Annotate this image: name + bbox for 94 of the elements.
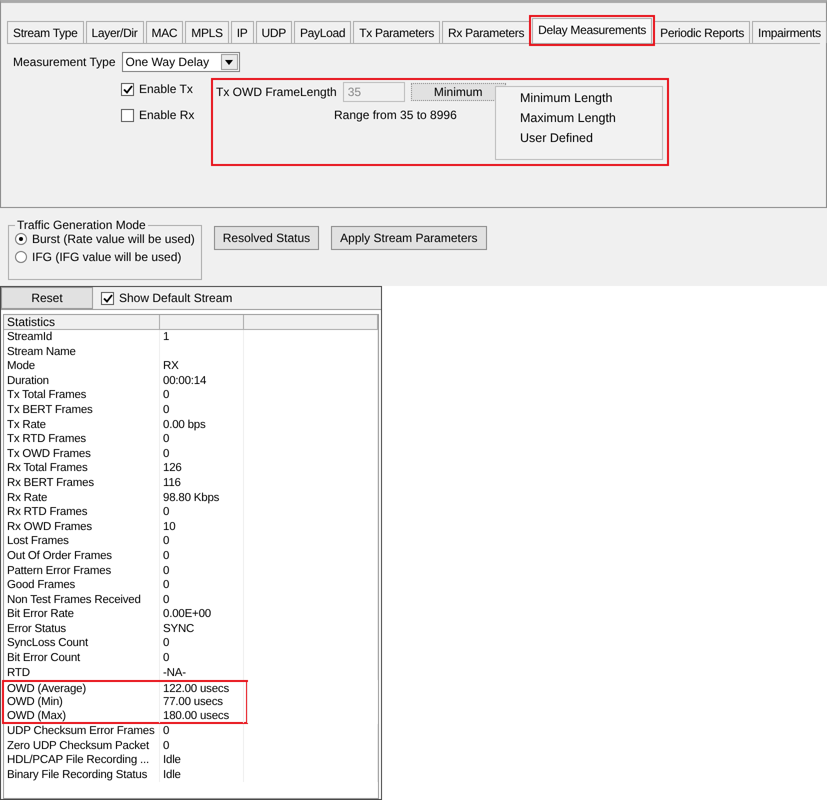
- table-cell: OWD (Max): [4, 709, 160, 724]
- table-cell: Idle: [160, 753, 244, 768]
- table-cell: 0: [160, 534, 244, 549]
- table-cell: Duration: [4, 374, 160, 388]
- table-cell: 0: [160, 446, 244, 462]
- caret-icon: [225, 60, 233, 64]
- checkbox[interactable]: [101, 292, 114, 304]
- range-text: Range from 35 to 8996: [334, 108, 457, 122]
- tab[interactable]: UDP: [256, 21, 292, 43]
- radio-option[interactable]: IFG (IFG value will be used): [15, 250, 195, 264]
- table-cell: Tx OWD Frames: [4, 446, 160, 462]
- table-cell: 0: [160, 724, 244, 739]
- measurement-type-dropdown[interactable]: One Way Delay: [122, 52, 240, 72]
- table-cell: OWD (Average): [4, 682, 160, 696]
- table-cell: Rx Total Frames: [4, 461, 160, 476]
- table-cell: 10: [160, 520, 244, 534]
- table-cell: 0: [160, 636, 244, 652]
- table-cell: Rx RTD Frames: [4, 505, 160, 520]
- table-cell: Non Test Frames Received: [4, 592, 160, 608]
- table-cell: Tx Total Frames: [4, 388, 160, 403]
- table-cell: Rx OWD Frames: [4, 520, 160, 534]
- checkbox[interactable]: [121, 108, 134, 122]
- table-cell: RX: [160, 359, 244, 374]
- table-cell: Rx BERT Frames: [4, 476, 160, 491]
- table-cell: Tx Rate: [4, 418, 160, 432]
- table-cell: Pattern Error Frames: [4, 564, 160, 578]
- field-label: Tx OWD FrameLength: [216, 85, 337, 99]
- table-cell: 0: [160, 564, 244, 578]
- table-cell: Idle: [160, 768, 244, 782]
- action-button[interactable]: Apply Stream Parameters: [331, 226, 487, 250]
- table-cell: -NA-: [160, 666, 244, 680]
- group-title: Traffic Generation Mode: [16, 218, 147, 232]
- table-cell: 0: [160, 738, 244, 754]
- table-cell: Mode: [4, 359, 160, 374]
- table-cell: 0: [160, 651, 244, 666]
- tab[interactable]: Impairments: [752, 21, 827, 43]
- table-cell: SYNC: [160, 622, 244, 636]
- table-cell: 1: [160, 330, 244, 345]
- table-cell: 0.00E+00: [160, 607, 244, 622]
- table-cell: Error Status: [4, 622, 160, 636]
- tab[interactable]: Tx Parameters: [353, 21, 440, 43]
- table-cell: 77.00 usecs: [160, 694, 244, 710]
- table-cell: 98.80 Kbps: [160, 490, 244, 506]
- tab[interactable]: IP: [230, 21, 254, 43]
- radio-button[interactable]: [15, 233, 27, 245]
- table-cell: 0: [160, 402, 244, 418]
- checkbox-option[interactable]: Enable Rx: [121, 108, 211, 122]
- table-cell: 0: [160, 505, 244, 520]
- field-label: Measurement Type: [13, 55, 116, 69]
- table-cell: Good Frames: [4, 578, 160, 593]
- radio-button[interactable]: [15, 251, 27, 263]
- checkmark-icon: [102, 294, 112, 302]
- table-cell: 126: [160, 461, 244, 476]
- table-cell: 0: [160, 432, 244, 447]
- tab[interactable]: MPLS: [185, 21, 229, 43]
- checkbox[interactable]: [121, 82, 134, 96]
- table-cell: SyncLoss Count: [4, 636, 160, 652]
- action-button[interactable]: Resolved Status: [214, 226, 320, 250]
- reset-button[interactable]: Reset: [1, 287, 93, 309]
- tab[interactable]: Periodic Reports: [654, 21, 750, 43]
- tab[interactable]: PayLoad: [294, 21, 352, 43]
- table-cell: 00:00:14: [160, 374, 244, 388]
- table-cell: Lost Frames: [4, 534, 160, 549]
- tab[interactable]: Rx Parameters: [442, 21, 530, 43]
- table-cell: 0: [160, 592, 244, 608]
- table-cell: 180.00 usecs: [160, 709, 244, 724]
- table-cell: 0.00 bps: [160, 418, 244, 432]
- table-cell: 122.00 usecs: [160, 682, 244, 696]
- table-cell: HDL/PCAP File Recording ...: [4, 753, 160, 768]
- table-cell: 0: [160, 388, 244, 403]
- table-cell: 116: [160, 476, 244, 491]
- table-cell: Zero UDP Checksum Packet: [4, 738, 160, 754]
- checkbox-option[interactable]: Enable Tx: [121, 82, 211, 96]
- table-cell: Tx RTD Frames: [4, 432, 160, 447]
- table-cell: Stream Name: [4, 344, 160, 360]
- checkbox-option[interactable]: Show Default Stream: [101, 287, 232, 309]
- tab[interactable]: Delay Measurements: [532, 18, 652, 43]
- table-cell: Bit Error Count: [4, 651, 160, 666]
- table-cell: 0: [160, 578, 244, 593]
- table-cell: Binary File Recording Status: [4, 768, 160, 782]
- table-cell: Rx Rate: [4, 490, 160, 506]
- table-cell: Bit Error Rate: [4, 607, 160, 622]
- table-cell: OWD (Min): [4, 694, 160, 710]
- table-cell: UDP Checksum Error Frames: [4, 724, 160, 739]
- table-cell: Tx BERT Frames: [4, 402, 160, 418]
- table-cell: StreamId: [4, 330, 160, 345]
- tab[interactable]: Stream Type: [7, 21, 84, 43]
- checkmark-icon: [122, 84, 132, 94]
- tab[interactable]: MAC: [146, 21, 184, 43]
- radio-option[interactable]: Burst (Rate value will be used): [15, 232, 195, 246]
- table-cell: Out Of Order Frames: [4, 548, 160, 564]
- table-cell: RTD: [4, 666, 160, 680]
- tab[interactable]: Layer/Dir: [86, 21, 144, 43]
- table-cell: 0: [160, 548, 244, 564]
